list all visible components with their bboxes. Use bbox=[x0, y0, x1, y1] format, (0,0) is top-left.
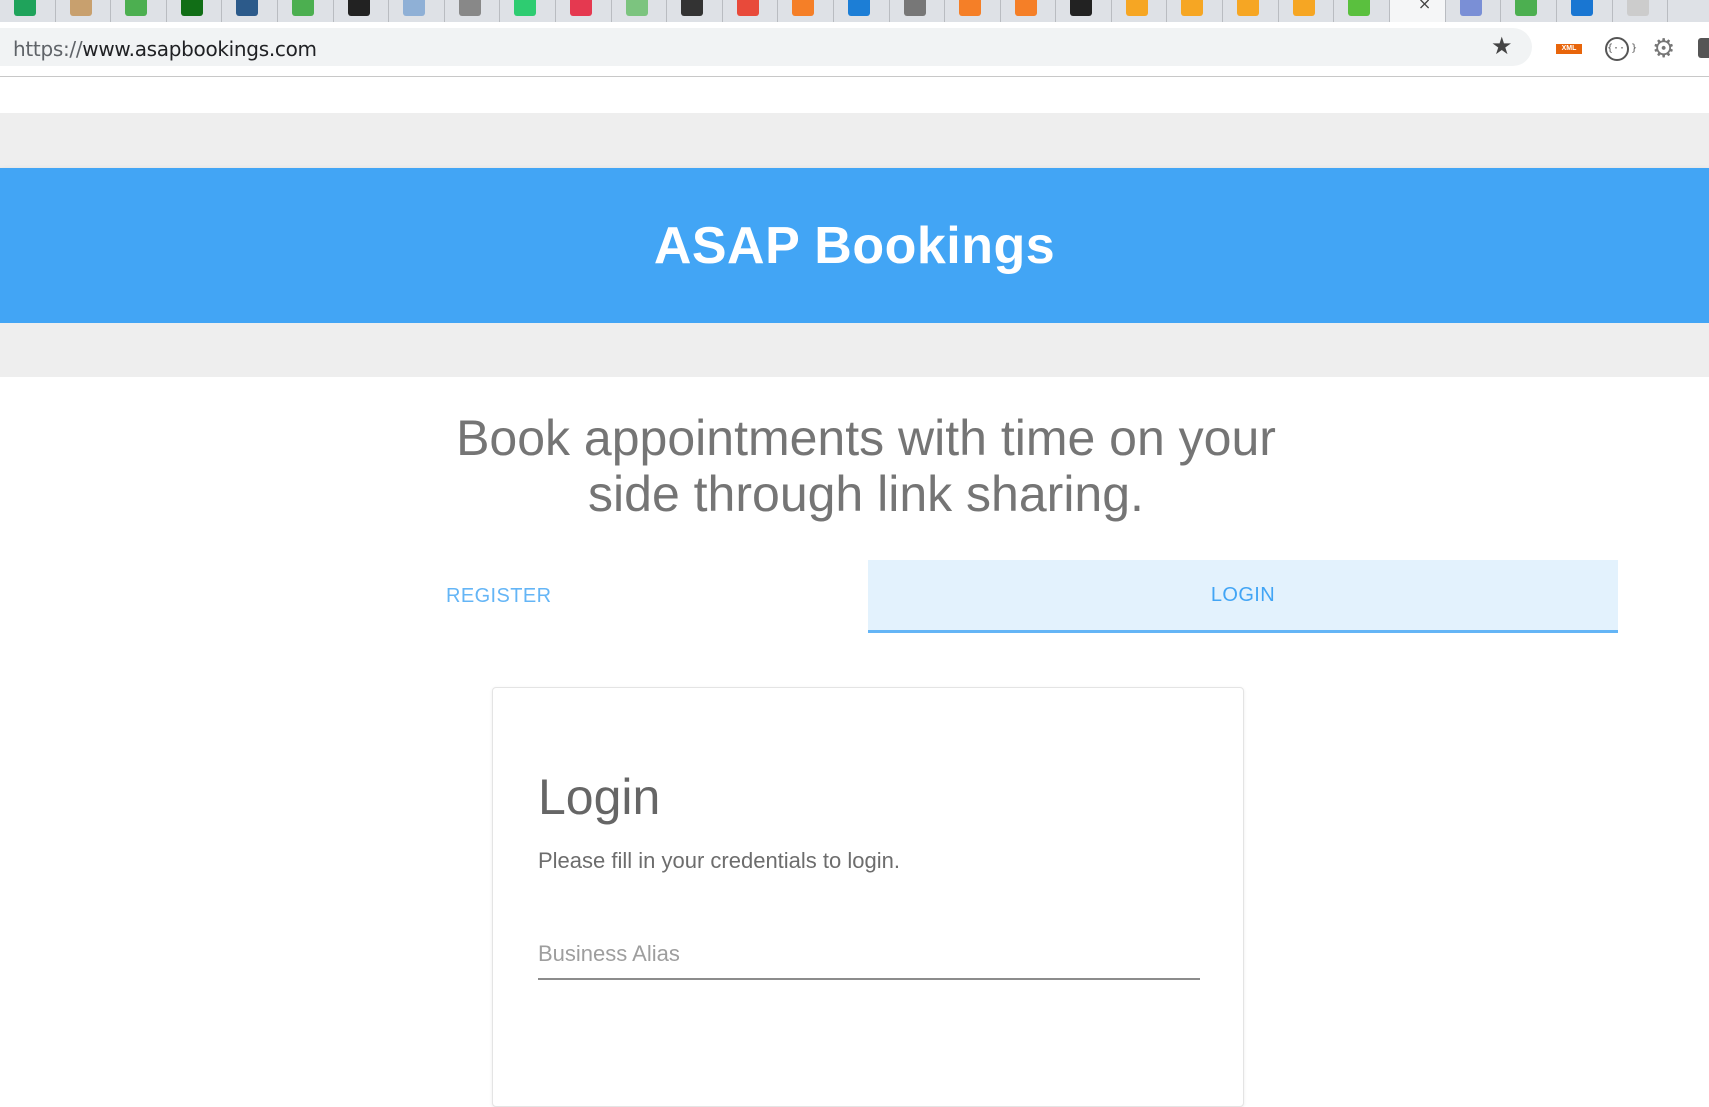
browser-tab[interactable] bbox=[167, 0, 223, 22]
tab-favicon-icon bbox=[625, 0, 648, 16]
tab-favicon-icon bbox=[959, 0, 982, 16]
tab-favicon-icon bbox=[847, 0, 870, 16]
tab-favicon-icon bbox=[236, 0, 259, 16]
browser-tab[interactable] bbox=[1056, 0, 1112, 22]
browser-tab[interactable] bbox=[222, 0, 278, 22]
tab-login[interactable]: LOGIN bbox=[868, 560, 1618, 633]
tagline-line-1: Book appointments with time on your bbox=[456, 410, 1276, 466]
tab-favicon-icon bbox=[69, 0, 92, 16]
browser-tab[interactable] bbox=[834, 0, 890, 22]
browser-tab[interactable] bbox=[1001, 0, 1057, 22]
login-title: Login bbox=[538, 769, 661, 825]
tab-favicon-icon bbox=[1070, 0, 1093, 16]
tab-favicon-icon bbox=[1571, 0, 1594, 16]
browser-tab[interactable] bbox=[334, 0, 390, 22]
tab-favicon-icon bbox=[125, 0, 148, 16]
tab-favicon-icon bbox=[903, 0, 926, 16]
browser-tab[interactable] bbox=[445, 0, 501, 22]
tab-favicon-icon bbox=[736, 0, 759, 16]
tab-favicon-icon bbox=[514, 0, 537, 16]
extension-icon[interactable] bbox=[1698, 38, 1709, 58]
browser-tab[interactable] bbox=[1167, 0, 1224, 22]
tab-favicon-icon bbox=[1237, 0, 1260, 16]
browser-tab[interactable] bbox=[389, 0, 445, 22]
browser-tab[interactable] bbox=[667, 0, 723, 22]
tab-favicon-icon bbox=[1348, 0, 1371, 16]
bottom-grey-band bbox=[0, 323, 1709, 377]
tab-favicon-icon bbox=[1125, 0, 1148, 16]
browser-tab[interactable] bbox=[1613, 0, 1669, 22]
browser-tab[interactable] bbox=[1223, 0, 1279, 22]
tab-favicon-icon bbox=[1181, 0, 1204, 16]
bookmark-star-icon[interactable]: ★ bbox=[1491, 32, 1513, 60]
business-alias-input[interactable] bbox=[538, 936, 1200, 980]
page-content: ASAP Bookings Book appointments with tim… bbox=[0, 78, 1709, 1107]
tab-favicon-icon bbox=[1626, 0, 1649, 16]
browser-tab[interactable] bbox=[945, 0, 1001, 22]
browser-tab[interactable] bbox=[1501, 0, 1558, 22]
browser-tab[interactable] bbox=[111, 0, 167, 22]
json-extension-icon[interactable]: {···} bbox=[1605, 37, 1637, 61]
site-title: ASAP Bookings bbox=[653, 216, 1056, 275]
browser-tab[interactable] bbox=[0, 0, 56, 22]
address-bar[interactable]: https://www.asapbookings.com ★ bbox=[0, 28, 1532, 66]
browser-tab[interactable] bbox=[890, 0, 946, 22]
browser-tab[interactable] bbox=[778, 0, 834, 22]
browser-tab[interactable]: × bbox=[1389, 0, 1446, 22]
browser-tabstrip: × bbox=[0, 0, 1709, 22]
hero-banner: ASAP Bookings bbox=[0, 168, 1709, 323]
tab-favicon-icon bbox=[569, 0, 592, 16]
browser-tab[interactable] bbox=[556, 0, 612, 22]
url-host: www.asapbookings.com bbox=[82, 37, 317, 61]
tab-favicon-icon bbox=[458, 0, 481, 16]
tab-register[interactable]: REGISTER bbox=[432, 560, 868, 633]
tab-favicon-icon bbox=[14, 0, 36, 16]
url-text[interactable]: https://www.asapbookings.com bbox=[13, 37, 317, 61]
browser-tab[interactable] bbox=[278, 0, 334, 22]
close-icon[interactable]: × bbox=[1418, 0, 1431, 13]
browser-tab[interactable] bbox=[1334, 0, 1390, 22]
browser-tab[interactable] bbox=[723, 0, 779, 22]
login-card: Login Please fill in your credentials to… bbox=[492, 687, 1244, 1107]
tab-favicon-icon bbox=[1014, 0, 1037, 16]
top-grey-band bbox=[0, 113, 1709, 168]
xml-extension-icon[interactable]: XML bbox=[1556, 44, 1582, 54]
tab-favicon-icon bbox=[792, 0, 815, 16]
browser-tab[interactable] bbox=[1446, 0, 1502, 22]
tagline-line-2: side through link sharing. bbox=[588, 466, 1144, 522]
tab-favicon-icon bbox=[681, 0, 704, 16]
browser-tab[interactable] bbox=[1112, 0, 1168, 22]
url-scheme: https:// bbox=[13, 37, 83, 61]
tagline: Book appointments with time on your side… bbox=[420, 410, 1312, 522]
auth-tabs: REGISTER LOGIN bbox=[432, 560, 1618, 633]
browser-tab[interactable] bbox=[500, 0, 556, 22]
gear-extension-icon[interactable]: ⚙ bbox=[1652, 34, 1675, 64]
browser-toolbar: https://www.asapbookings.com ★ XML {···}… bbox=[0, 22, 1709, 77]
browser-tab[interactable] bbox=[612, 0, 668, 22]
browser-tab[interactable] bbox=[1279, 0, 1335, 22]
tab-favicon-icon bbox=[403, 0, 426, 16]
browser-tab[interactable] bbox=[56, 0, 112, 22]
login-subtitle: Please fill in your credentials to login… bbox=[538, 848, 900, 873]
tab-favicon-icon bbox=[180, 0, 203, 16]
tab-favicon-icon bbox=[1515, 0, 1538, 16]
tab-favicon-icon bbox=[1292, 0, 1315, 16]
tab-favicon-icon bbox=[1459, 0, 1482, 16]
tab-favicon-icon bbox=[291, 0, 314, 16]
browser-tab[interactable] bbox=[1557, 0, 1613, 22]
tab-favicon-icon bbox=[347, 0, 370, 16]
